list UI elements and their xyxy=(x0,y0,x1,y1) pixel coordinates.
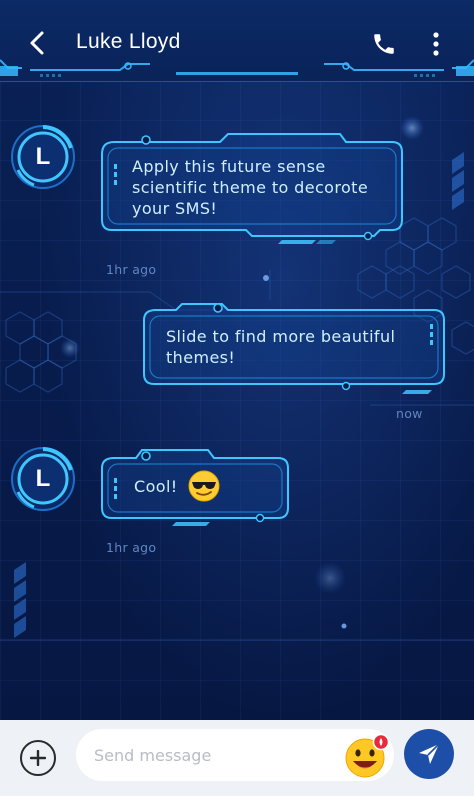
message-line: scientific theme to decorote xyxy=(132,178,369,197)
call-button[interactable] xyxy=(368,28,400,60)
send-button[interactable] xyxy=(404,729,454,779)
avatar-letter: L xyxy=(35,465,51,492)
chat-screen: Luke Lloyd L Apply this future sense sci… xyxy=(0,0,474,796)
emoji-button[interactable] xyxy=(344,733,390,779)
sunglasses-emoji-icon xyxy=(188,470,220,502)
message-bubble-incoming[interactable]: Cool! xyxy=(100,448,292,528)
send-icon xyxy=(419,743,440,764)
more-vertical-icon xyxy=(433,32,439,56)
contact-avatar[interactable]: L xyxy=(10,124,76,190)
message-bubble-incoming[interactable]: Apply this future sense scientific theme… xyxy=(100,132,406,248)
contact-name: Luke Lloyd xyxy=(76,30,181,53)
message-input-container xyxy=(76,729,394,781)
message-line: Apply this future sense xyxy=(132,157,326,176)
avatar-letter: L xyxy=(35,143,51,170)
message-line: your SMS! xyxy=(132,199,218,218)
message-timestamp: 1hr ago xyxy=(106,540,157,555)
chevron-left-icon xyxy=(30,31,44,55)
back-button[interactable] xyxy=(22,28,52,58)
message-line: Cool! xyxy=(134,477,178,496)
composer-bar xyxy=(0,720,474,796)
emoji-face-icon xyxy=(345,733,390,778)
add-attachment-button[interactable] xyxy=(20,740,56,776)
message-text: Cool! xyxy=(134,476,194,497)
message-text: Apply this future sense scientific theme… xyxy=(132,156,392,219)
message-bubble-outgoing[interactable]: Slide to find more beautiful themes! xyxy=(142,302,448,398)
more-options-button[interactable] xyxy=(424,28,448,60)
plus-icon xyxy=(30,750,46,766)
header-decoration xyxy=(0,59,474,77)
message-line: themes! xyxy=(166,348,236,367)
chat-header: Luke Lloyd xyxy=(0,0,474,82)
message-timestamp: 1hr ago xyxy=(106,262,157,277)
phone-icon xyxy=(374,34,394,54)
message-input[interactable] xyxy=(94,742,324,768)
message-timestamp: now xyxy=(396,406,423,421)
message-text: Slide to find more beautiful themes! xyxy=(166,326,428,368)
contact-avatar[interactable]: L xyxy=(10,446,76,512)
message-line: Slide to find more beautiful xyxy=(166,327,396,346)
